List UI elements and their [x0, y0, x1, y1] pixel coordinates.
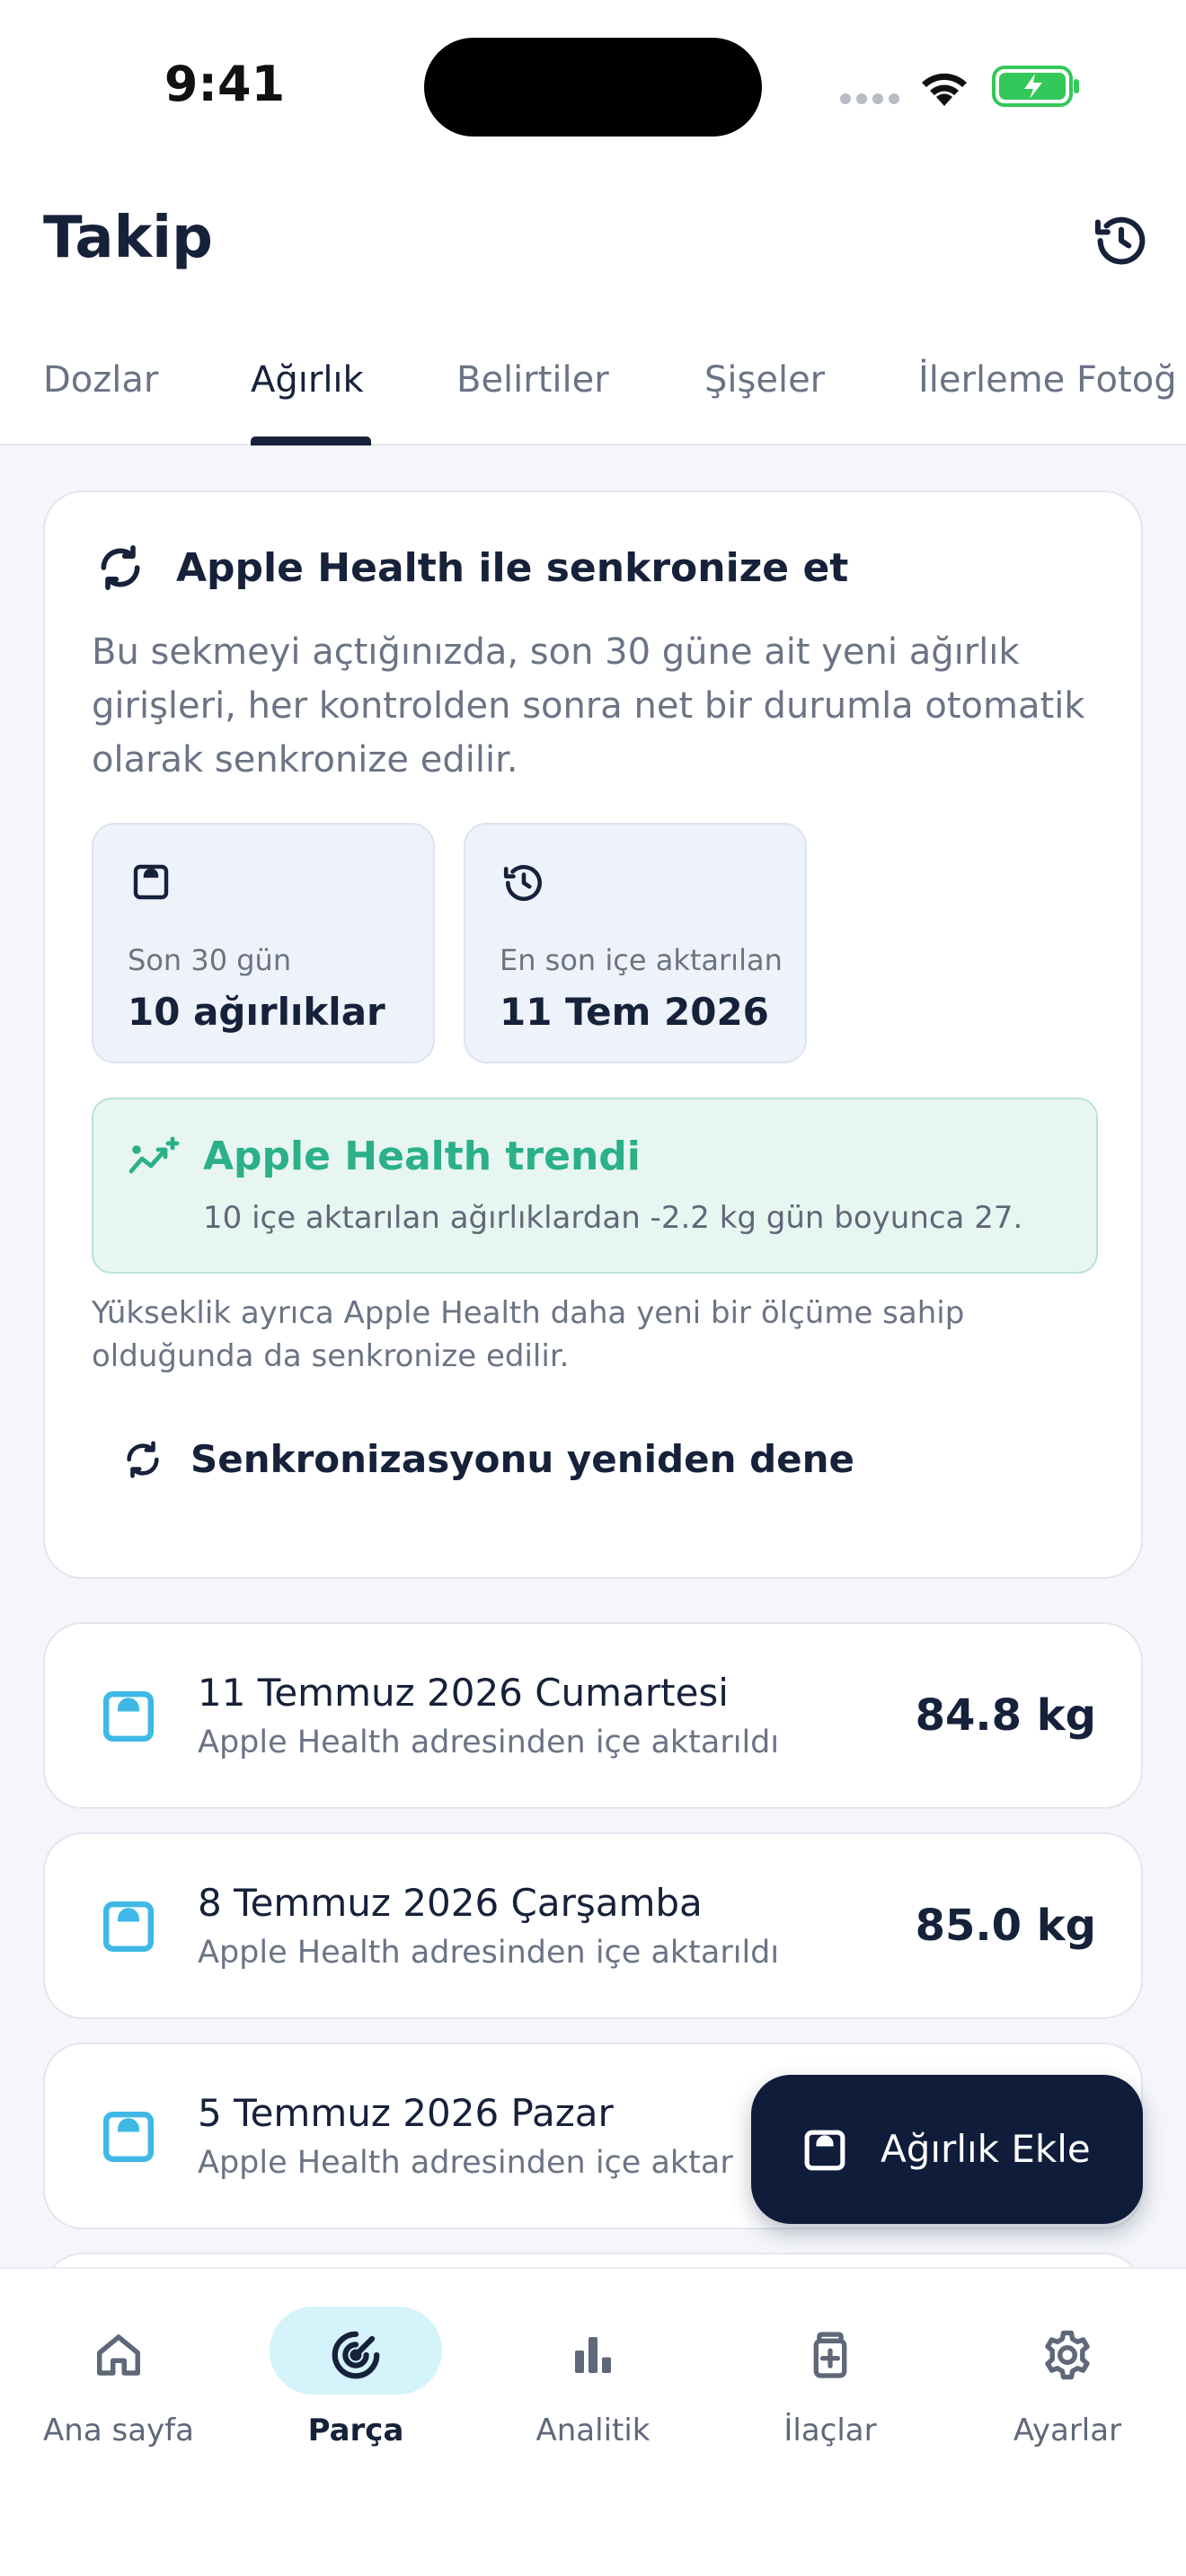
history-icon: [1094, 216, 1146, 265]
sync-title: Apple Health ile senkronize et: [176, 544, 849, 591]
settings-icon: [1022, 2310, 1112, 2400]
height-sync-note: Yükseklik ayrıca Apple Health daha yeni …: [92, 1295, 965, 1374]
trend-sparkle-icon: [128, 1135, 181, 1184]
dynamic-island: [424, 38, 762, 137]
sync-title-row: Apple Health ile senkronize et: [95, 543, 848, 593]
history-button[interactable]: [1089, 208, 1154, 273]
tab-agirlik[interactable]: Ağırlık: [251, 359, 364, 401]
medication-icon: [785, 2310, 875, 2400]
sync-description: Bu sekmeyi açtığınızda, son 30 güne ait …: [92, 631, 1085, 781]
stat-value: 10 ağırlıklar: [128, 990, 385, 1034]
entry-weight: 85.0 kg: [915, 1901, 1096, 1951]
weight-entry-row[interactable]: 8 Temmuz 2026 Çarşamba Apple Health adre…: [43, 1832, 1143, 2019]
nav-item-analytics[interactable]: Analitik: [474, 2269, 712, 2466]
nav-item-home[interactable]: Ana sayfa: [0, 2269, 237, 2466]
active-tab-indicator: [251, 437, 371, 446]
stat-tile-last-30-days: Son 30 gün 10 ağırlıklar: [92, 823, 435, 1063]
signal-dots-icon: [840, 93, 899, 104]
entry-weight: 84.8 kg: [915, 1690, 1096, 1741]
scale-icon: [800, 2125, 850, 2179]
apple-health-sync-card: Apple Health ile senkronize et Bu sekmey…: [43, 490, 1143, 1579]
stat-tile-last-import: En son içe aktarılan 11 Tem 2026: [464, 823, 807, 1063]
weight-entry-row[interactable]: 11 Temmuz 2026 Cumartesi Apple Health ad…: [43, 1622, 1143, 1809]
nav-item-medications[interactable]: İlaçlar: [712, 2269, 949, 2466]
entry-date: 5 Temmuz 2026 Pazar: [198, 2091, 614, 2135]
retry-sync-label: Senkronizasyonu yeniden dene: [190, 1437, 855, 1481]
tab-ilerleme-fotograflari[interactable]: İlerleme Fotoğ: [918, 359, 1177, 401]
nav-label: İlaçlar: [783, 2413, 877, 2448]
top-area: 9:41 Takip Dozlar Ağırlık Belirtiler Şiş…: [0, 0, 1186, 446]
home-icon: [74, 2310, 164, 2400]
retry-sync-button[interactable]: Senkronizasyonu yeniden dene: [122, 1437, 854, 1481]
sync-icon: [127, 1440, 159, 1478]
stat-label: En son içe aktarılan: [500, 943, 783, 977]
nav-item-settings[interactable]: Ayarlar: [949, 2269, 1186, 2466]
track-icon: [311, 2310, 401, 2400]
tab-siseler[interactable]: Şişeler: [704, 359, 825, 401]
history-icon: [501, 860, 546, 909]
scale-icon: [97, 1685, 160, 1751]
entry-date: 8 Temmuz 2026 Çarşamba: [198, 1881, 703, 1925]
apple-health-trend: Apple Health trendi 10 içe aktarılan ağı…: [92, 1098, 1098, 1274]
analytics-icon: [548, 2310, 638, 2400]
trend-title: Apple Health trendi: [203, 1134, 641, 1179]
scale-icon: [97, 1895, 160, 1962]
tab-bar: Dozlar Ağırlık Belirtiler Şişeler İlerle…: [0, 350, 1186, 446]
nav-label: Ayarlar: [1013, 2413, 1122, 2448]
trend-text: 10 içe aktarılan ağırlıklardan -2.2 kg g…: [203, 1200, 1023, 1236]
battery-icon: [992, 65, 1082, 111]
bottom-nav: Ana sayfa Parça Analitik İlaçlar Ayarlar: [0, 2267, 1186, 2576]
entry-date: 11 Temmuz 2026 Cumartesi: [198, 1671, 729, 1715]
scale-icon: [129, 860, 173, 907]
nav-label: Analitik: [535, 2413, 651, 2448]
wifi-icon: [916, 66, 972, 111]
add-weight-label: Ağırlık Ekle: [881, 2127, 1091, 2171]
entry-source: Apple Health adresinden içe aktarıldı: [198, 1935, 780, 1971]
entry-source: Apple Health adresinden içe aktarıldı: [198, 1725, 780, 1760]
nav-label: Parça: [307, 2413, 404, 2448]
entry-source: Apple Health adresinden içe aktar: [198, 2145, 733, 2181]
page-title: Takip: [43, 205, 213, 271]
nav-label: Ana sayfa: [43, 2413, 194, 2448]
nav-item-track[interactable]: Parça: [237, 2269, 474, 2466]
tab-dozlar[interactable]: Dozlar: [43, 359, 158, 401]
status-time: 9:41: [164, 56, 286, 112]
stat-label: Son 30 gün: [128, 943, 292, 977]
tab-belirtiler[interactable]: Belirtiler: [456, 359, 609, 401]
stat-value: 11 Tem 2026: [500, 990, 769, 1034]
add-weight-button[interactable]: Ağırlık Ekle: [751, 2075, 1143, 2224]
scale-icon: [97, 2105, 160, 2172]
sync-icon: [101, 545, 140, 590]
